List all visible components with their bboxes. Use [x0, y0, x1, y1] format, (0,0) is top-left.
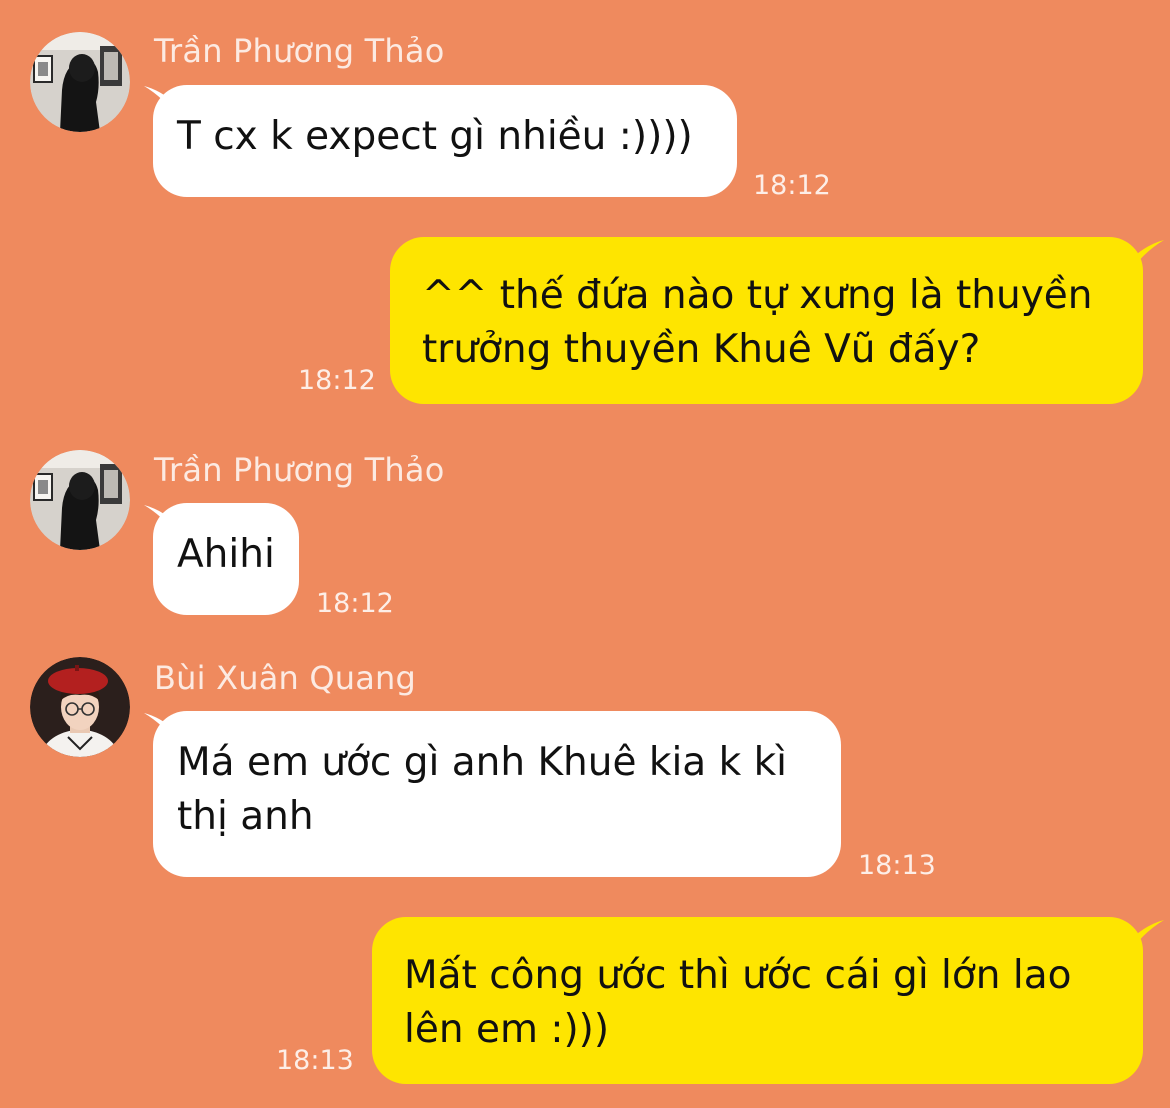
message-timestamp: 18:12	[298, 365, 376, 396]
red-beret-person-avatar[interactable]	[30, 657, 130, 757]
gallery-photo-avatar[interactable]	[30, 32, 130, 132]
message-text: T cx k expect gì nhiều :))))	[177, 114, 693, 159]
message-bubble[interactable]: Má em ước gì anh Khuê kia k kì thị anh	[153, 711, 841, 877]
sender-name: Trần Phương Thảo	[154, 32, 445, 70]
message-bubble[interactable]: ^^ thế đứa nào tự xưng là thuyền trưởng …	[390, 237, 1143, 404]
chat-message-list[interactable]: Trần Phương Thảo T cx k expect gì nhiều …	[0, 0, 1170, 1108]
message-timestamp: 18:12	[316, 588, 394, 619]
message-timestamp: 18:13	[858, 850, 936, 881]
message-text: Mất công ước thì ước cái gì lớn lao lên …	[404, 953, 1072, 1052]
message-timestamp: 18:12	[753, 170, 831, 201]
message-bubble[interactable]: Mất công ước thì ước cái gì lớn lao lên …	[372, 917, 1143, 1084]
bubble-tail	[1132, 240, 1164, 270]
message-text: Ahihi	[177, 532, 275, 577]
message-bubble[interactable]: T cx k expect gì nhiều :))))	[153, 85, 737, 197]
message-timestamp: 18:13	[276, 1045, 354, 1076]
message-text: Má em ước gì anh Khuê kia k kì thị anh	[177, 740, 787, 839]
message-text: ^^ thế đứa nào tự xưng là thuyền trưởng …	[422, 273, 1093, 372]
gallery-photo-avatar[interactable]	[30, 450, 130, 550]
sender-name: Bùi Xuân Quang	[154, 659, 417, 697]
sender-name: Trần Phương Thảo	[154, 451, 445, 489]
message-bubble[interactable]: Ahihi	[153, 503, 299, 615]
bubble-tail	[1132, 920, 1164, 950]
